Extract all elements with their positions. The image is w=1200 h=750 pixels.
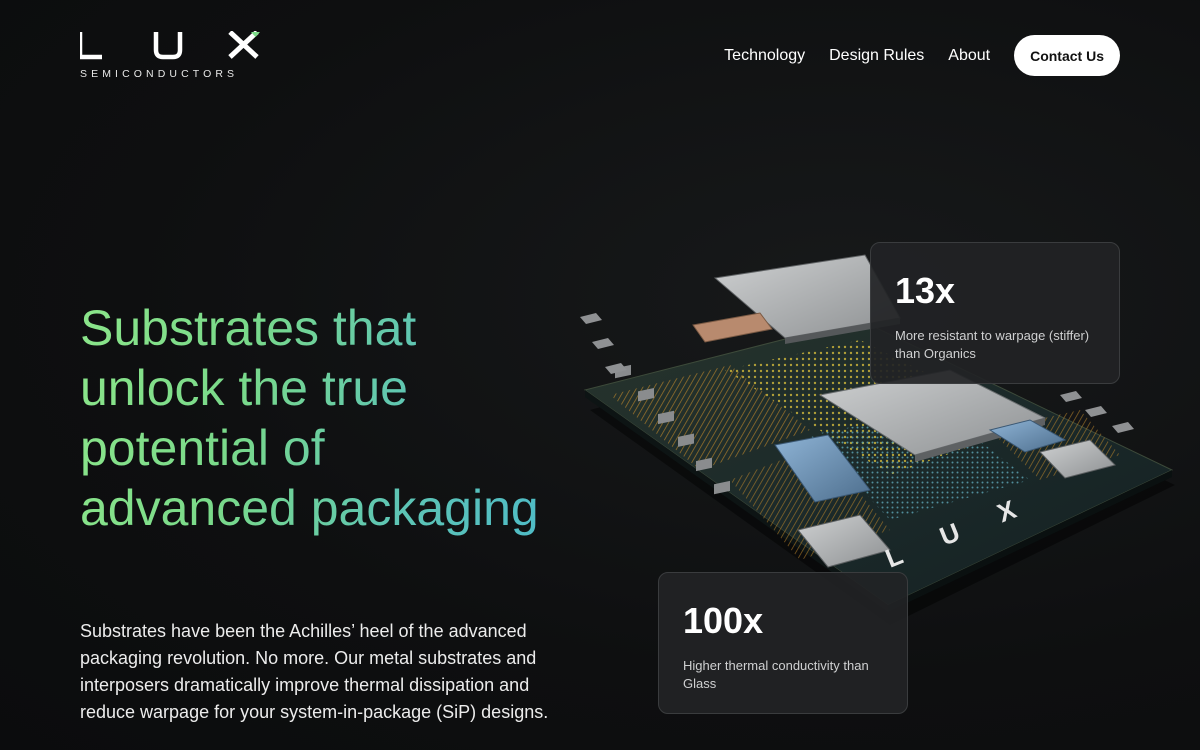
page: SEMICONDUCTORS Technology Design Rules A… (0, 0, 1200, 750)
nav-link-design-rules[interactable]: Design Rules (829, 47, 924, 65)
nav-link-technology[interactable]: Technology (724, 47, 805, 65)
hero-title: Substrates that unlock the true potentia… (80, 300, 539, 536)
stat-label: Higher thermal conductivity than Glass (683, 658, 869, 691)
hero-description: Substrates have been the Achilles’ heel … (80, 621, 549, 722)
stat-value: 13x (895, 270, 956, 311)
nav-link-about[interactable]: About (948, 47, 990, 65)
logo-tagline: SEMICONDUCTORS (80, 68, 239, 80)
stat-card-thermal: 100x Higher thermal conductivity than Gl… (658, 572, 908, 714)
main-nav: Technology Design Rules About Contact Us (724, 35, 1120, 76)
logo-mark (80, 31, 260, 60)
lux-logo[interactable]: SEMICONDUCTORS (80, 31, 264, 81)
contact-us-button[interactable]: Contact Us (1014, 35, 1120, 76)
stat-value: 100x (683, 600, 764, 641)
stat-card-warpage: 13x More resistant to warpage (stiffer) … (870, 242, 1120, 384)
stat-label: More resistant to warpage (stiffer) than… (895, 328, 1090, 361)
